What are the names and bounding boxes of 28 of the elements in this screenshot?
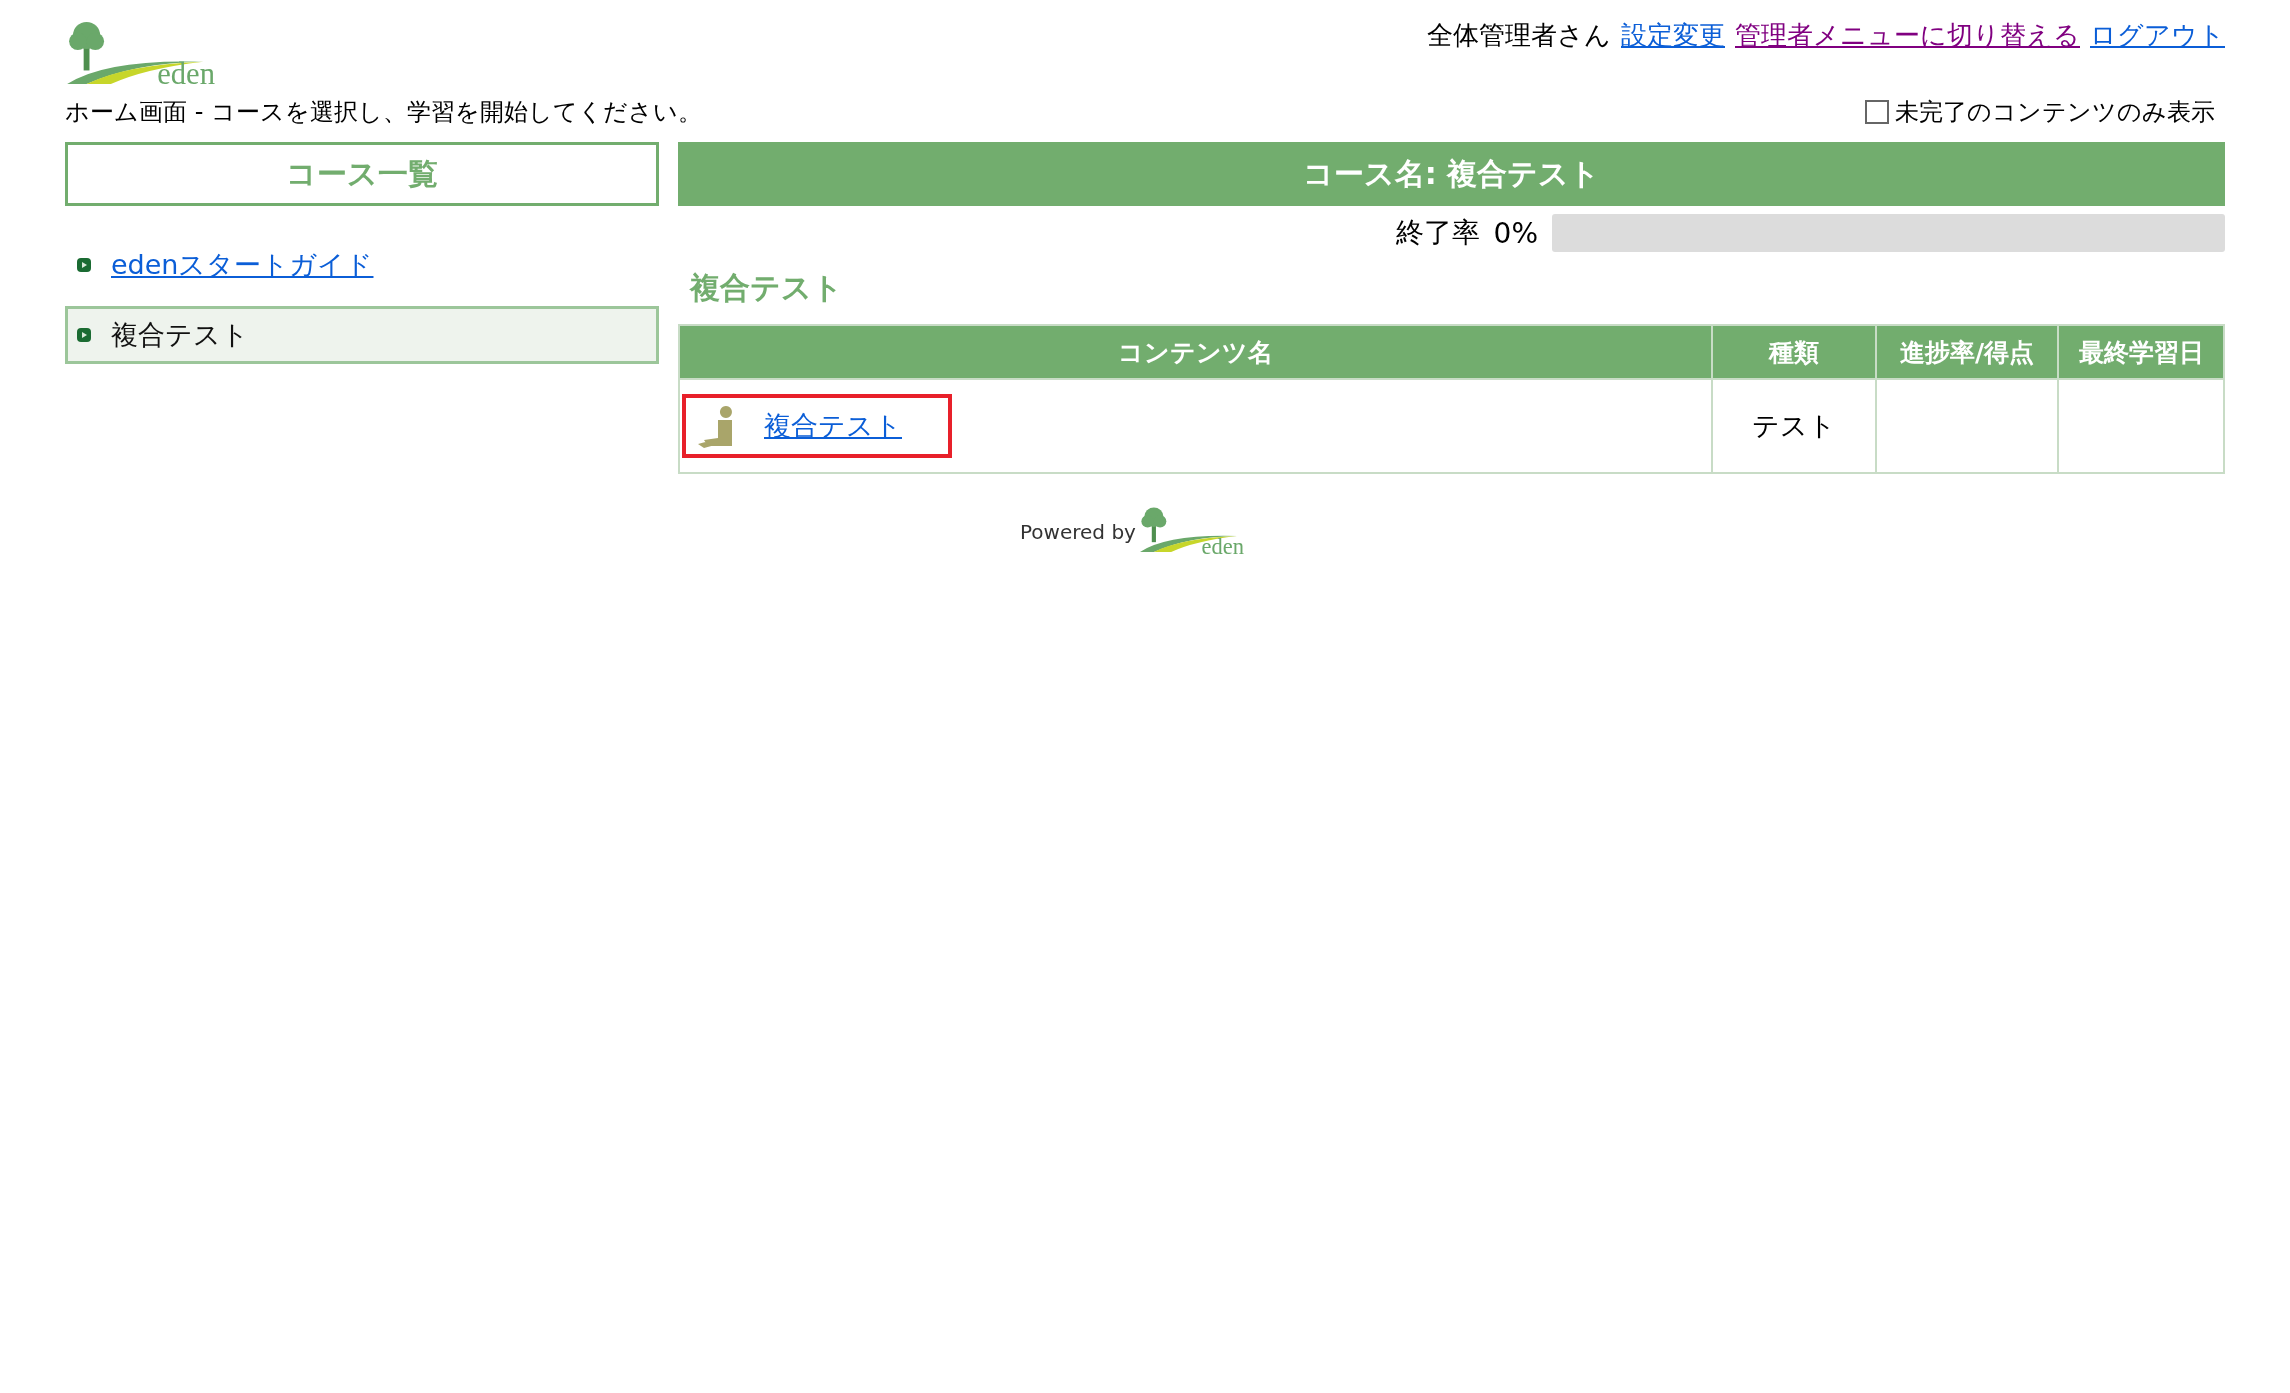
header-link[interactable]: 管理者メニューに切り替える xyxy=(1735,18,2080,53)
column-header: 種類 xyxy=(1712,325,1876,379)
course-link[interactable]: edenスタートガイド xyxy=(111,247,374,283)
filter-checkbox[interactable] xyxy=(1865,100,1889,124)
course-title-bar: コース名: 複合テスト xyxy=(678,142,2225,206)
column-header: 進捗率/得点 xyxy=(1876,325,2058,379)
course-name: 複合テスト xyxy=(111,318,249,352)
powered-by-text: Powered by xyxy=(1020,520,1136,544)
course-item[interactable]: edenスタートガイド xyxy=(65,236,659,294)
column-header: コンテンツ名 xyxy=(679,325,1712,379)
header-link[interactable]: 設定変更 xyxy=(1621,18,1725,53)
completion-value: 0% xyxy=(1493,216,1538,250)
column-header: 最終学習日 xyxy=(2058,325,2224,379)
bullet-icon xyxy=(77,258,91,272)
footer-eden-logo: eden xyxy=(1139,504,1244,554)
page-instructions: ホーム画面 - コースを選択し、学習を開始してください。 xyxy=(65,97,702,128)
bullet-icon xyxy=(77,328,91,342)
content-link[interactable]: 複合テスト xyxy=(764,408,902,444)
user-greeting: 全体管理者さん xyxy=(1427,19,1611,52)
completion-label: 終了率 xyxy=(1395,215,1480,251)
content-entry[interactable]: 複合テスト xyxy=(682,394,952,458)
filter-label: 未完了のコンテンツのみ表示 xyxy=(1895,97,2215,128)
section-title: 複合テスト xyxy=(690,269,844,307)
course-item[interactable]: 複合テスト xyxy=(65,306,659,364)
header-link[interactable]: ログアウト xyxy=(2090,18,2225,53)
table-cell: テスト xyxy=(1712,379,1876,473)
eden-logo: eden xyxy=(65,18,215,86)
course-list-heading: コース一覧 xyxy=(65,142,659,206)
